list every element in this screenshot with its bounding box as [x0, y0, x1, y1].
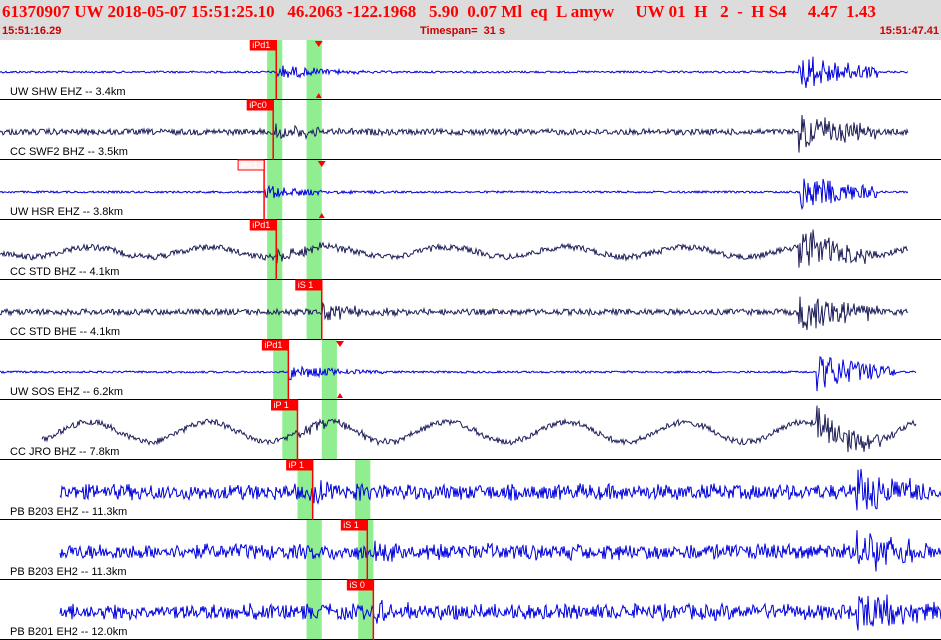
pick-label: iPd1	[264, 340, 282, 350]
start-time: 15:51:16.29	[2, 25, 62, 37]
station-label: PB B203 EH2 -- 11.3km	[10, 566, 127, 578]
station-label: PB B203 EHZ -- 11.3km	[10, 506, 127, 518]
pick-label: iP 1	[289, 460, 304, 470]
waveform	[59, 594, 941, 631]
station-label: UW SHW EHZ -- 3.4km	[10, 86, 126, 98]
trace-row: iS 1 CC STD BHE -- 4.1km	[0, 279, 941, 340]
trace-row: iS 0 PB B201 EH2 -- 12.0km	[0, 579, 941, 640]
waveform	[0, 296, 909, 331]
pick-window	[306, 160, 322, 220]
pick-window	[306, 520, 322, 580]
station-label: UW HSR EHZ -- 3.8km	[10, 206, 123, 218]
pick-window	[267, 280, 283, 340]
trace-row: iPd1 UW SHW EHZ -- 3.4km	[0, 40, 941, 100]
waveform	[0, 356, 917, 392]
waveform	[0, 178, 909, 211]
s-marker-bottom	[336, 393, 343, 398]
pick-label: iS 0	[349, 580, 365, 590]
station-label: CC STD BHE -- 4.1km	[10, 326, 120, 338]
trace-row: iP 1 CC JRO BHZ -- 7.8km	[0, 399, 941, 460]
station-label: CC STD BHZ -- 4.1km	[10, 266, 119, 278]
s-marker-top	[335, 341, 344, 347]
pick-window	[321, 400, 337, 460]
timespan: Timespan= 31 s	[420, 25, 506, 37]
waveform	[59, 468, 941, 511]
trace-row: iPd1 UW SOS EHZ -- 6.2km	[0, 339, 941, 400]
waveform	[59, 530, 941, 572]
waveform	[0, 114, 909, 153]
station-label: PB B201 EH2 -- 12.0km	[10, 626, 127, 638]
pick-label: iS 1	[298, 280, 314, 290]
station-label: CC JRO BHZ -- 7.8km	[10, 446, 119, 458]
pick-label: iPc0	[249, 100, 267, 110]
event-header: 61370907 UW 2018-05-07 15:51:25.10 46.20…	[0, 0, 941, 40]
event-summary: 61370907 UW 2018-05-07 15:51:25.10 46.20…	[2, 2, 876, 21]
pick-label: iPd1	[252, 220, 270, 230]
pick-label: iPd1	[252, 40, 270, 50]
trace-row: iPd1 CC STD BHZ -- 4.1km	[0, 219, 941, 280]
station-label: UW SOS EHZ -- 6.2km	[10, 386, 123, 398]
trace-row: iPc0 CC SWF2 BHZ -- 3.5km	[0, 99, 941, 160]
trace-row: iPc1 UW HSR EHZ -- 3.8km	[0, 159, 941, 220]
end-time: 15:51:47.41	[879, 25, 939, 37]
waveform	[0, 56, 909, 88]
trace-row: iS 1 PB B203 EH2 -- 11.3km	[0, 519, 941, 580]
waveform	[0, 229, 909, 268]
seismogram-panel: iPd1 UW SHW EHZ -- 3.4km iPc0 CC SWF2 BHZ -…	[0, 40, 941, 640]
trace-row: iP 1 PB B203 EHZ -- 11.3km	[0, 459, 941, 520]
pick-label: iPc1	[240, 160, 258, 170]
waveform	[41, 405, 917, 453]
station-label: CC SWF2 BHZ -- 3.5km	[10, 146, 128, 158]
pick-label: iP 1	[273, 400, 288, 410]
pick-label: iS 1	[343, 520, 359, 530]
